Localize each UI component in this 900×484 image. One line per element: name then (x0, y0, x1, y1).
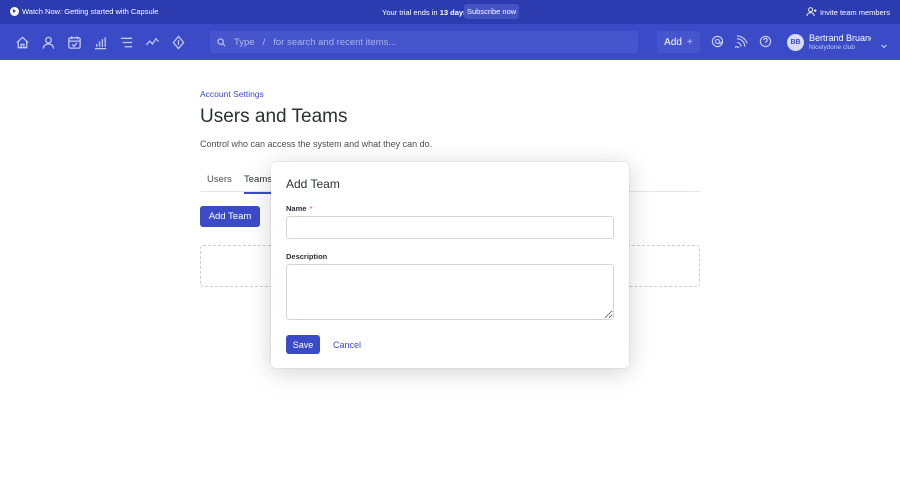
required-marker: * (309, 204, 313, 213)
add-team-dialog: Add Team Name * Description Save Cancel (271, 162, 629, 368)
name-label-text: Name (286, 204, 307, 213)
team-description-input[interactable] (286, 264, 614, 320)
name-field-label: Name * (286, 204, 312, 213)
dialog-title: Add Team (286, 177, 340, 191)
team-name-input[interactable] (286, 216, 614, 239)
cancel-button[interactable]: Cancel (328, 335, 366, 354)
save-button[interactable]: Save (286, 335, 320, 354)
description-field-label: Description (286, 252, 328, 261)
